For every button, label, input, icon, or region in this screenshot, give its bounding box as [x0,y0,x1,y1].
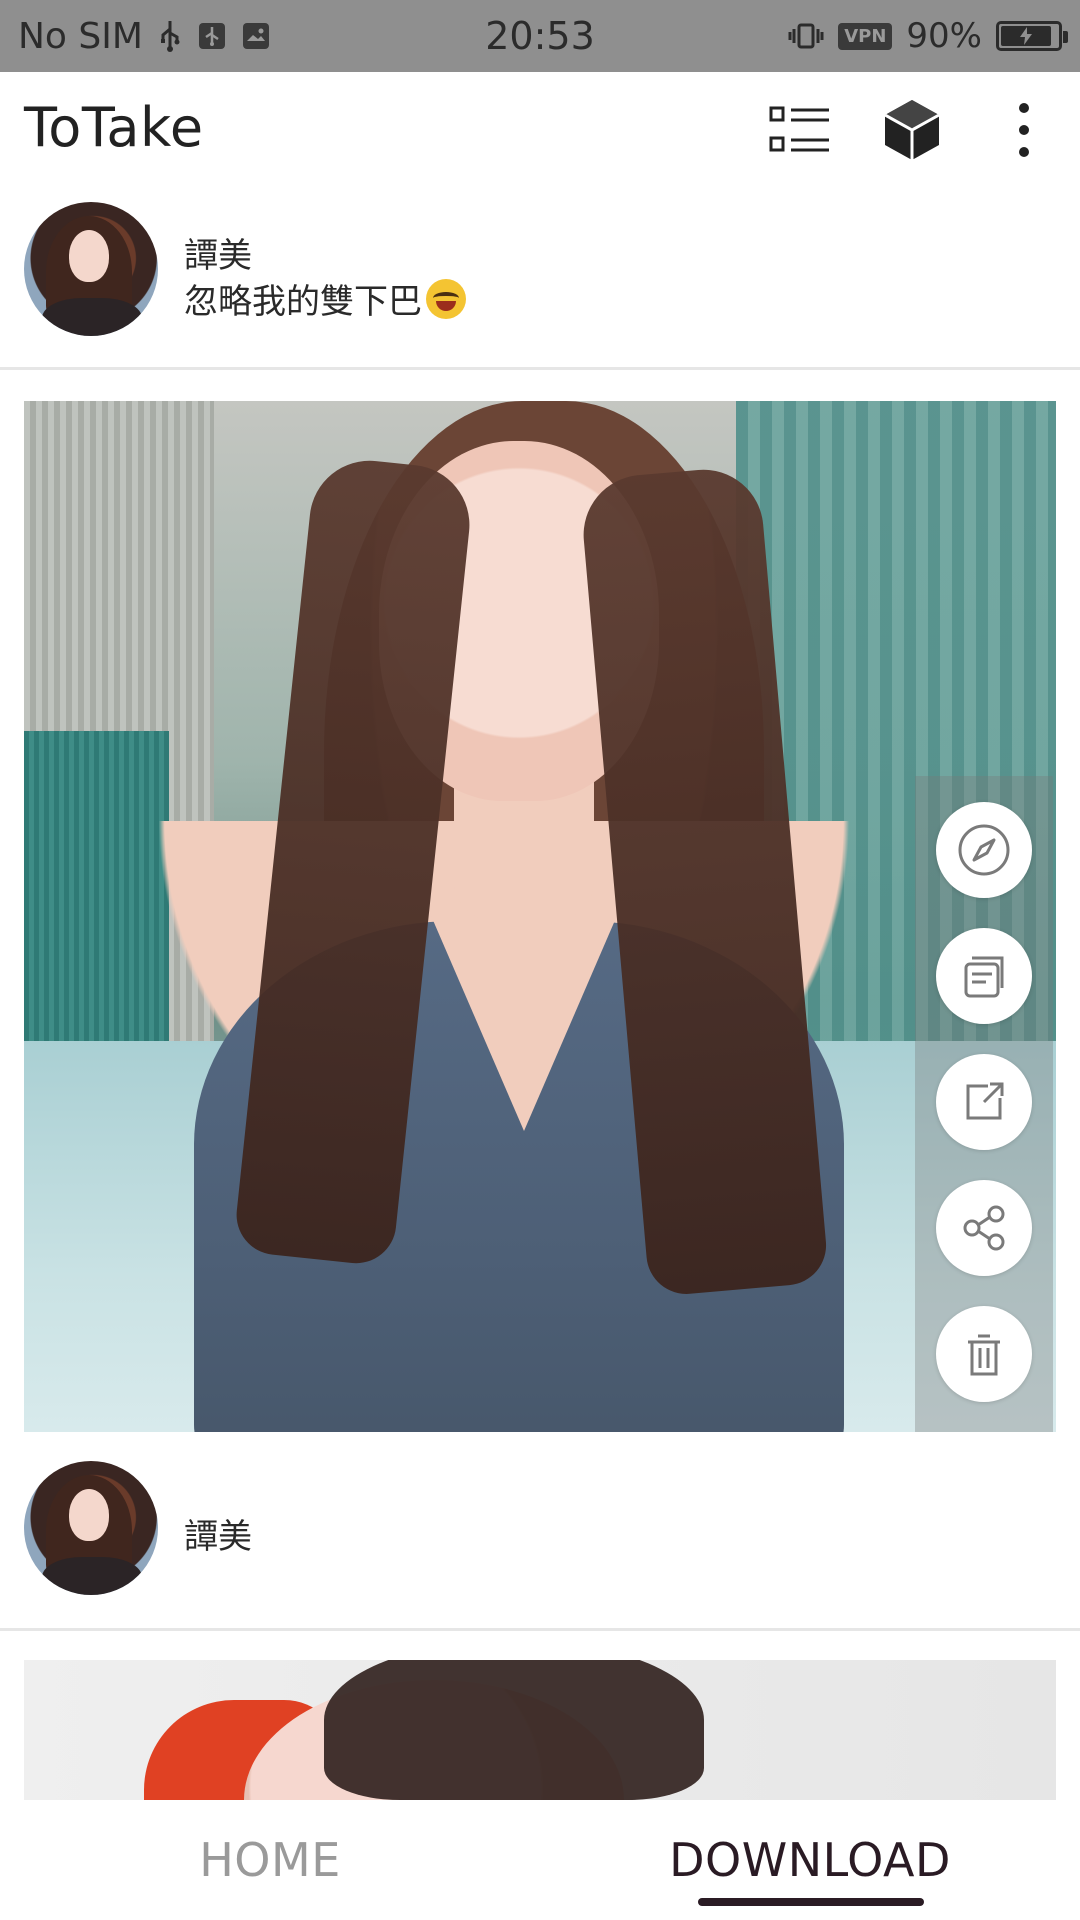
media-action-rail [915,776,1053,1432]
cube-button[interactable] [872,90,952,170]
battery-percent: 90% [906,16,982,56]
app-title: ToTake [24,96,204,159]
avatar[interactable] [24,1461,158,1595]
tab-home-label: HOME [199,1833,341,1887]
avatar-face [69,230,109,282]
avatar-face [69,1489,109,1541]
open-external-button[interactable] [936,1054,1032,1150]
post-image[interactable] [24,1660,1056,1800]
vpn-icon: VPN [838,22,893,50]
overflow-menu-button[interactable] [984,90,1064,170]
overflow-menu-icon [1019,103,1029,157]
trash-icon [968,1334,1000,1376]
battery-icon [996,21,1068,51]
post-divider [0,1628,1080,1631]
vibrate-icon [788,21,824,51]
copy-button[interactable] [936,928,1032,1024]
avatar-top [42,298,142,336]
photo-neck [454,781,594,921]
app-screen: No SIM 20:53 VPN 90% ToTake 譚美 忽略我的雙下巴 譚… [0,0,1080,1920]
delete-button[interactable] [936,1306,1032,1402]
copy-icon [964,956,1004,998]
photo-hair [324,1660,704,1800]
share-button[interactable] [936,1180,1032,1276]
tab-home[interactable]: HOME [0,1800,540,1920]
list-view-button[interactable] [760,90,840,170]
time-text: 20:53 [485,14,595,58]
post-username: 譚美 [184,236,252,276]
post-header: 譚美 忽略我的雙下巴 [0,184,1080,354]
post-image[interactable] [24,401,1056,1432]
checklist-icon [769,106,829,152]
tab-download-label: DOWNLOAD [669,1833,951,1887]
cube-icon [884,100,940,160]
rolling-on-floor-laughing-emoji [426,278,466,319]
avatar-top [42,1557,142,1595]
avatar[interactable] [24,202,158,336]
battery-fill [1001,26,1051,46]
post-caption-text: 忽略我的雙下巴 [184,282,422,322]
share-icon [963,1205,1005,1251]
status-bar: No SIM 20:53 VPN 90% [0,0,1080,72]
compass-icon [958,824,1010,876]
post-header: 譚美 [0,1443,1080,1613]
open-external-icon [966,1082,1004,1120]
top-app-bar: ToTake [0,72,1080,184]
post-username: 譚美 [184,1517,252,1557]
tab-selected-indicator [698,1898,924,1906]
post-caption: 忽略我的雙下巴 [184,274,466,323]
battery-charging-icon [1020,27,1032,45]
post-divider [0,367,1080,370]
open-in-browser-button[interactable] [936,802,1032,898]
status-right: VPN 90% [788,0,1068,72]
